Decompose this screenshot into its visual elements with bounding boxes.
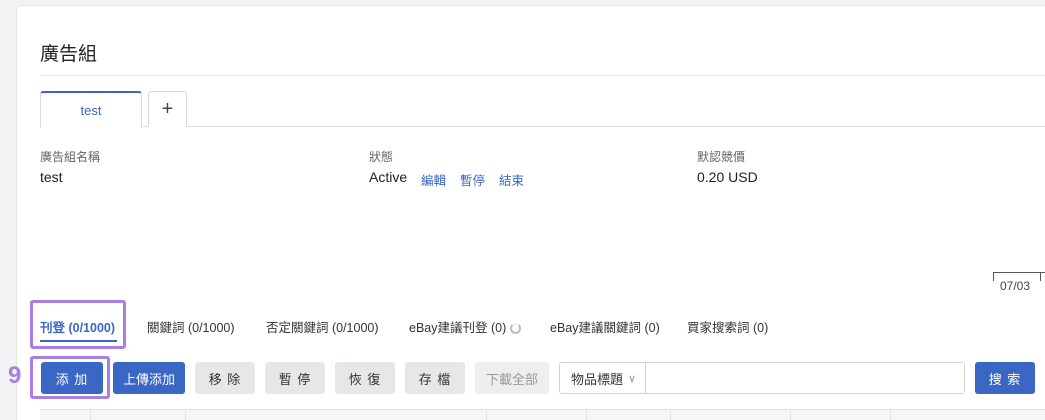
- upload-add-button[interactable]: 上傳添加: [113, 362, 185, 394]
- table-column-divider: [486, 409, 487, 420]
- subtab-negative-keywords[interactable]: 否定關鍵詞 (0/1000): [266, 317, 379, 336]
- table-column-divider: [670, 409, 671, 420]
- highlight-box-add: [30, 356, 110, 399]
- subtab-keywords[interactable]: 關鍵詞 (0/1000): [147, 317, 235, 336]
- search-input[interactable]: [646, 363, 964, 393]
- subtab-ebay-suggested-listings[interactable]: eBay建議刊登 (0): [409, 317, 522, 336]
- subtab-buyer-search-terms[interactable]: 買家搜索詞 (0): [687, 317, 768, 336]
- chevron-down-icon: ∨: [628, 372, 637, 385]
- ad-group-panel: [16, 5, 1045, 420]
- tab-strip-divider: [40, 126, 1045, 127]
- ad-group-name-value: test: [40, 169, 63, 185]
- page-title: 廣告組: [40, 44, 98, 65]
- download-all-button[interactable]: 下載全部: [475, 362, 549, 394]
- pause-button[interactable]: 暫 停: [265, 362, 325, 394]
- status-label: 狀態: [369, 150, 394, 164]
- default-bid-value: 0.20 USD: [697, 169, 758, 185]
- title-divider: [40, 75, 1045, 76]
- resume-button[interactable]: 恢 復: [335, 362, 395, 394]
- default-bid-label: 默認競價: [697, 150, 746, 164]
- archive-button[interactable]: 存 檔: [405, 362, 465, 394]
- search-button[interactable]: 搜 索: [975, 362, 1035, 394]
- table-column-divider: [185, 409, 186, 420]
- add-tab-button[interactable]: +: [148, 91, 187, 127]
- loading-spinner-icon: [510, 323, 522, 334]
- filter-select-value: 物品標題: [571, 371, 624, 387]
- table-column-divider: [90, 409, 91, 420]
- search-group: 物品標題 ∨: [559, 362, 965, 394]
- plus-icon: +: [161, 98, 174, 120]
- remove-button[interactable]: 移 除: [195, 362, 255, 394]
- step-marker: 9: [8, 362, 22, 389]
- table-column-divider: [890, 409, 891, 420]
- chart-axis-tick: [993, 272, 994, 281]
- table-column-divider: [790, 409, 791, 420]
- table-header: [40, 409, 1045, 420]
- chart-date-label: 07/03: [1000, 279, 1031, 293]
- chart-axis-tick: [1040, 272, 1041, 281]
- subtab-ebay-suggested-listings-label: eBay建議刊登 (0): [409, 321, 507, 335]
- status-value: Active: [369, 169, 408, 185]
- filter-select[interactable]: 物品標題 ∨: [560, 363, 646, 393]
- subtab-ebay-suggested-keywords[interactable]: eBay建議關鍵詞 (0): [550, 317, 660, 336]
- pause-link[interactable]: 暫停: [460, 170, 485, 189]
- end-link[interactable]: 結束: [499, 170, 524, 189]
- highlight-box-subtab: [30, 300, 126, 349]
- edit-link[interactable]: 編輯: [421, 170, 446, 189]
- ad-group-name-label: 廣告組名稱: [40, 150, 101, 164]
- table-column-divider: [586, 409, 587, 420]
- tab-test[interactable]: test: [40, 91, 142, 128]
- chart-x-axis: [993, 272, 1045, 273]
